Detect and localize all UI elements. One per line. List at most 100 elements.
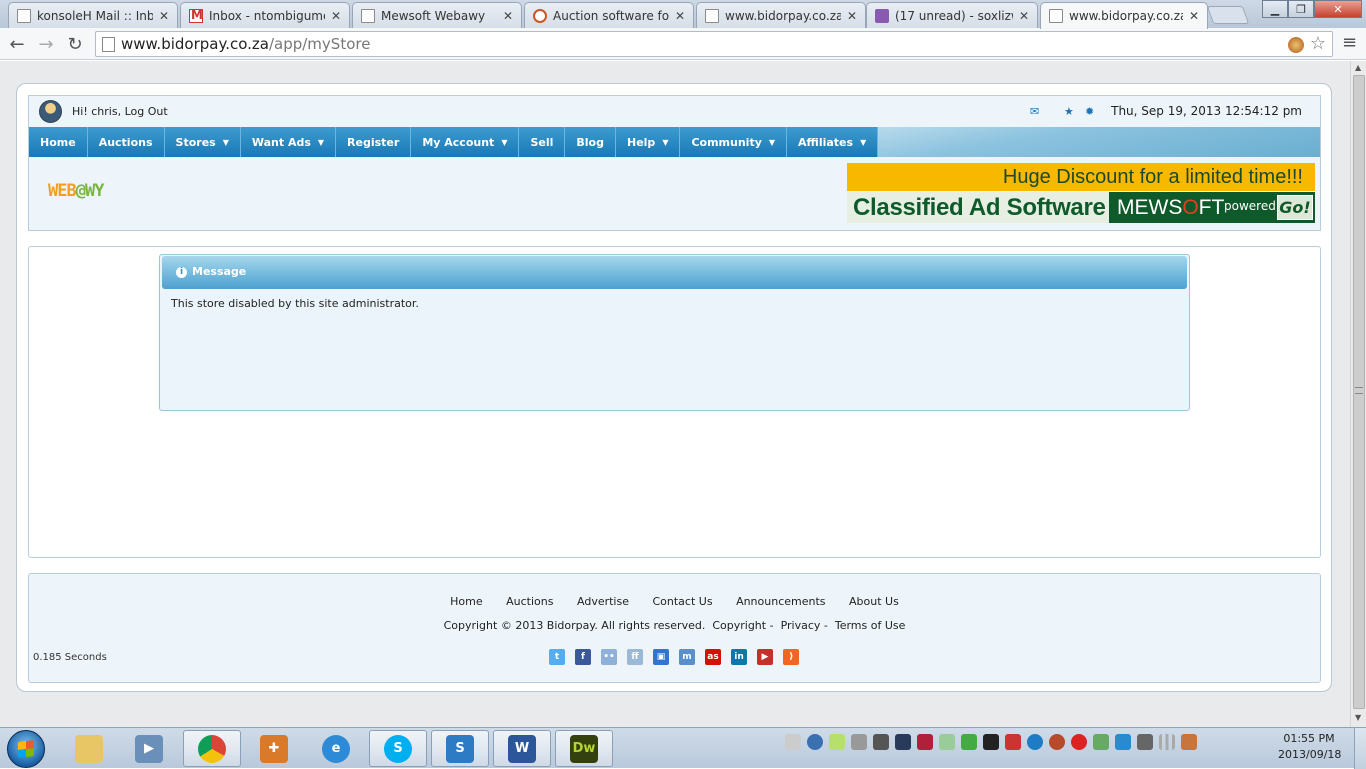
tray-app-icon[interactable] [873,734,889,750]
tray-app-icon[interactable] [1137,734,1153,750]
keyboard-icon[interactable] [785,734,801,750]
scroll-down-icon[interactable]: ▼ [1355,713,1361,722]
media-player-task[interactable]: ▶ [120,730,178,767]
volume-icon[interactable] [851,734,867,750]
browser-tab-active[interactable]: www.bidorpay.co.za ✕ [1040,2,1208,29]
nav-want-ads[interactable]: Want Ads ▼ [241,127,337,157]
extension-icon[interactable] [1288,37,1304,53]
tray-app-icon[interactable] [939,734,955,750]
close-icon[interactable]: ✕ [675,9,685,23]
close-icon[interactable]: ✕ [503,9,513,23]
restore-button[interactable]: ❐ [1288,0,1314,18]
window-close-button[interactable]: ✕ [1314,0,1362,18]
tray-app-icon[interactable] [1115,734,1131,750]
footer-link-advertise[interactable]: Advertise [577,595,629,608]
footer-link-contact[interactable]: Contact Us [652,595,712,608]
tray-app-icon[interactable] [1071,734,1087,750]
logout-link[interactable]: Log Out [125,105,168,118]
ie-task[interactable]: e [307,730,365,767]
tray-app-icon[interactable] [983,734,999,750]
footer-link-announcements[interactable]: Announcements [736,595,825,608]
close-icon[interactable]: ✕ [1189,9,1199,23]
tray-app-icon[interactable] [1027,734,1043,750]
delicious-icon[interactable]: ▣ [653,649,669,665]
flickr-icon[interactable]: •• [601,649,617,665]
footer-link-auctions[interactable]: Auctions [506,595,553,608]
back-arrow-icon[interactable]: ← [6,34,28,55]
close-icon[interactable]: ✕ [331,9,341,23]
close-icon[interactable]: ✕ [1019,9,1029,23]
nav-label: Want Ads [251,135,311,149]
nav-sell[interactable]: Sell [519,127,566,157]
app-task[interactable]: ✚ [245,730,303,767]
reload-icon[interactable]: ↻ [64,34,86,55]
brand-text: MEWS [1117,196,1183,219]
browser-tab[interactable]: (17 unread) - soxlizwe ✕ [866,2,1038,28]
ad-banner[interactable]: Huge Discount for a limited time!!! Clas… [847,163,1315,224]
tray-app-icon[interactable] [895,734,911,750]
browser-tab[interactable]: Auction software for o ✕ [524,2,694,28]
menu-icon[interactable]: ≡ [1342,32,1357,53]
address-bar[interactable]: www.bidorpay.co.za/app/myStore ☆ [95,31,1333,57]
twitter-icon[interactable]: t [549,649,565,665]
tab-label: www.bidorpay.co.za [725,8,841,23]
lastfm-icon[interactable]: as [705,649,721,665]
footer-link-terms[interactable]: Terms of Use [835,619,906,632]
tray-app-icon[interactable] [961,734,977,750]
taskbar-clock[interactable]: 01:55 PM 2013/09/18 [1278,731,1341,763]
vertical-scrollbar[interactable]: ▲ ▼ [1350,61,1366,727]
tray-app-icon[interactable] [1181,734,1197,750]
bookmark-star-icon[interactable]: ☆ [1310,33,1326,54]
linkedin-icon[interactable]: in [731,649,747,665]
site-logo[interactable]: WEB@WY [48,181,104,201]
nav-stores[interactable]: Stores ▼ [165,127,241,157]
nav-auctions[interactable]: Auctions [88,127,165,157]
tray-app-icon[interactable] [829,734,845,750]
nav-help[interactable]: Help ▼ [616,127,681,157]
mail-icon[interactable]: ✉ [1030,105,1039,118]
tray-app-icon[interactable] [1049,734,1065,750]
nav-community[interactable]: Community ▼ [680,127,788,157]
app-s-task[interactable]: S [431,730,489,767]
forward-arrow-icon[interactable]: → [35,34,57,55]
footer-link-privacy[interactable]: Privacy - [781,619,828,632]
word-task[interactable]: W [493,730,551,767]
alert-icon[interactable] [807,734,823,750]
gear-icon[interactable]: ✹ [1085,105,1094,118]
dreamweaver-task[interactable]: Dw [555,730,613,767]
nav-affiliates[interactable]: Affiliates ▼ [787,127,879,157]
footer-link-home[interactable]: Home [450,595,482,608]
footer-link-about[interactable]: About Us [849,595,899,608]
footer-link-copyright[interactable]: Copyright - [712,619,773,632]
rss-icon[interactable]: ) [783,649,799,665]
start-button[interactable] [7,730,45,768]
nav-home[interactable]: Home [29,127,88,157]
tray-app-icon[interactable] [1005,734,1021,750]
browser-tab[interactable]: Inbox - ntombigumen ✕ [180,2,350,28]
browser-tab[interactable]: Mewsoft Webawy ✕ [352,2,522,28]
explorer-task[interactable] [60,730,118,767]
youtube-icon[interactable]: ▶ [757,649,773,665]
nav-label: Home [40,135,76,149]
facebook-icon[interactable]: f [575,649,591,665]
star-icon[interactable]: ★ [1064,105,1074,118]
tray-app-icon[interactable] [917,734,933,750]
friendfeed-icon[interactable]: ff [627,649,643,665]
minimize-button[interactable]: ▁ [1262,0,1288,18]
nav-my-account[interactable]: My Account ▼ [411,127,520,157]
scroll-up-icon[interactable]: ▲ [1355,63,1361,72]
banner-go-button[interactable]: Go! [1277,195,1313,220]
chrome-task[interactable] [183,730,241,767]
browser-tab[interactable]: www.bidorpay.co.za ✕ [696,2,866,28]
network-icon[interactable] [1159,734,1175,750]
skype-task[interactable]: S [369,730,427,767]
tray-app-icon[interactable] [1093,734,1109,750]
browser-tab[interactable]: konsoleH Mail :: Inbox ✕ [8,2,178,28]
show-desktop-button[interactable] [1354,728,1366,769]
close-icon[interactable]: ✕ [847,9,857,23]
myspace-icon[interactable]: m [679,649,695,665]
nav-blog[interactable]: Blog [565,127,616,157]
new-tab-button[interactable] [1206,6,1250,24]
nav-register[interactable]: Register [336,127,412,157]
close-icon[interactable]: ✕ [159,9,169,23]
